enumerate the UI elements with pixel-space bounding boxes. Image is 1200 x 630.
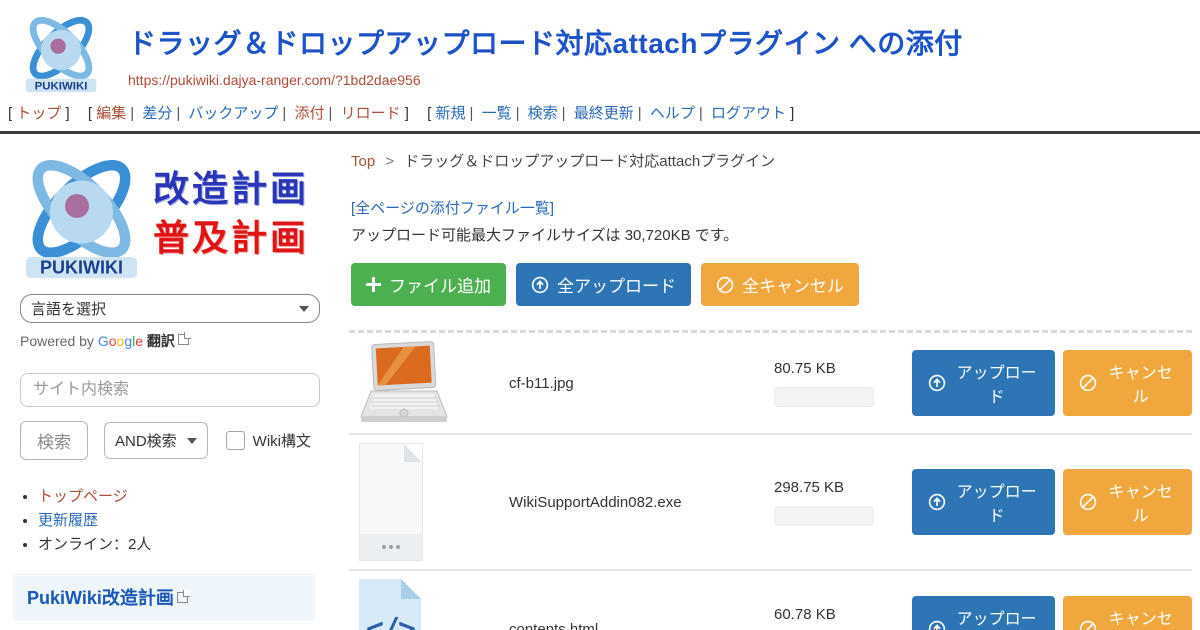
nav-help-link[interactable]: ヘルプ: [650, 105, 695, 122]
chevron-down-icon: [299, 306, 309, 312]
top-nav: [ トップ ] [ 編集| 差分| バックアップ| 添付| リロード ] [ 新…: [0, 96, 1200, 131]
file-name: WikiSupportAddin082.exe: [509, 494, 774, 511]
sidebar: PUKIWIKI 改造計画 普及計画 言語を選択 Powered by Goog…: [0, 134, 335, 630]
sidebar-logo[interactable]: PUKIWIKI 改造計画 普及計画: [14, 146, 329, 284]
site-search-input[interactable]: [20, 373, 320, 407]
file-row: WikiSupportAddin082.exe 298.75 KB アップロード: [349, 435, 1192, 571]
upload-all-button[interactable]: 全アップロード: [516, 263, 691, 306]
nav-attach-link[interactable]: 添付: [295, 105, 325, 122]
external-link-icon: [178, 334, 189, 345]
language-select-value: 言語を選択: [31, 298, 106, 319]
breadcrumb-top-link[interactable]: Top: [351, 153, 375, 170]
nav-list-link[interactable]: 一覧: [482, 105, 512, 122]
language-select[interactable]: 言語を選択: [20, 294, 320, 323]
file-size: 298.75 KB: [774, 479, 894, 496]
online-count: オンライン：2人: [38, 536, 151, 553]
sidebar-item-update-history[interactable]: 更新履歴: [38, 512, 98, 529]
breadcrumb: Top > ドラッグ＆ドロップアップロード対応attachプラグイン: [351, 150, 1192, 171]
google-translate-attribution: Powered by Google 翻訳: [20, 331, 329, 351]
bracket: ]: [66, 105, 70, 122]
list-item: オンライン：2人: [38, 534, 329, 556]
file-thumbnail-laptop: [359, 341, 449, 425]
search-mode-select[interactable]: AND検索: [104, 422, 208, 459]
cancel-all-button[interactable]: 全キャンセル: [701, 263, 859, 306]
upload-icon: [531, 276, 549, 294]
nav-reload-link[interactable]: リロード: [341, 105, 401, 122]
cancel-button[interactable]: キャンセル: [1063, 596, 1192, 630]
translate-link[interactable]: 翻訳: [147, 333, 175, 349]
bracket: [: [8, 105, 12, 122]
list-item: 更新履歴: [38, 510, 329, 532]
file-row: </> contents.html 60.78 KB アップロード: [349, 571, 1192, 630]
list-item: トップページ: [38, 486, 329, 508]
nav-edit-link[interactable]: 編集: [96, 105, 126, 122]
upload-icon: [928, 493, 946, 511]
sidebar-quick-links: トップページ 更新履歴 オンライン：2人: [38, 486, 329, 555]
section-heading-label: PukiWiki改造計画: [27, 588, 174, 608]
site-header: PUKIWIKI ドラッグ＆ドロップアップロード対応attachプラグイン への…: [0, 0, 1200, 96]
generic-file-icon: [359, 443, 423, 561]
upload-button[interactable]: アップロード: [912, 350, 1055, 416]
cancel-button[interactable]: キャンセル: [1063, 469, 1192, 535]
upload-file-list: cf-b11.jpg 80.75 KB アップロード: [349, 330, 1192, 630]
upload-button[interactable]: アップロード: [912, 596, 1055, 630]
breadcrumb-current: ドラッグ＆ドロップアップロード対応attachプラグイン: [404, 153, 775, 170]
all-attachments-link[interactable]: [全ページの添付ファイル一覧]: [351, 197, 554, 218]
search-button[interactable]: 検索: [20, 421, 88, 460]
nav-new-link[interactable]: 新規: [435, 105, 465, 122]
external-link-icon: [177, 592, 188, 603]
main-content: Top > ドラッグ＆ドロップアップロード対応attachプラグイン [全ページ…: [335, 134, 1200, 630]
file-name: contents.html: [509, 621, 774, 630]
google-wordmark: Google: [98, 333, 147, 349]
file-size: 80.75 KB: [774, 360, 894, 377]
upload-progress-bar: [774, 387, 874, 407]
nav-top-link[interactable]: トップ: [16, 105, 61, 122]
add-file-button[interactable]: ファイル追加: [351, 263, 506, 306]
sidebar-item-top-page[interactable]: トップページ: [38, 488, 128, 505]
cancel-icon: [1079, 493, 1097, 511]
slogan-line2: 普及計画: [153, 215, 309, 264]
nav-backup-link[interactable]: バックアップ: [188, 105, 278, 122]
page-url[interactable]: https://pukiwiki.dajya-ranger.com/?1bd2d…: [128, 72, 963, 88]
file-size: 60.78 KB: [774, 606, 894, 623]
nav-search-link[interactable]: 検索: [528, 105, 558, 122]
file-row: cf-b11.jpg 80.75 KB アップロード: [349, 333, 1192, 435]
chevron-down-icon: [187, 438, 197, 444]
cancel-icon: [1079, 374, 1097, 392]
nav-recent-link[interactable]: 最終更新: [574, 105, 634, 122]
sidebar-section-heading[interactable]: PukiWiki改造計画: [14, 575, 314, 619]
page-title: ドラッグ＆ドロップアップロード対応attachプラグイン への添付: [128, 22, 963, 62]
code-glyph: </>: [366, 612, 414, 630]
upload-icon: [928, 620, 946, 630]
nav-logout-link[interactable]: ログアウト: [711, 105, 786, 122]
upload-progress-bar: [774, 506, 874, 526]
svg-text:PUKIWIKI: PUKIWIKI: [40, 258, 123, 278]
cancel-button[interactable]: キャンセル: [1063, 350, 1192, 416]
upload-icon: [928, 374, 946, 392]
pukiwiki-atom-icon: PUKIWIKI: [14, 146, 149, 284]
code-file-icon: </>: [359, 579, 421, 630]
max-upload-size-text: アップロード可能最大ファイルサイズは 30,720KB です。: [351, 224, 1192, 245]
file-name: cf-b11.jpg: [509, 375, 774, 392]
plus-icon: [366, 277, 381, 292]
bulk-actions: ファイル追加 全アップロード 全キャンセル: [351, 263, 1192, 306]
pukiwiki-logo-icon[interactable]: PUKIWIKI: [18, 8, 104, 96]
cancel-icon: [716, 276, 734, 294]
slogan-line1: 改造計画: [153, 166, 309, 215]
wiki-syntax-checkbox[interactable]: [226, 431, 245, 450]
nav-diff-link[interactable]: 差分: [142, 105, 172, 122]
search-mode-value: AND検索: [115, 430, 177, 451]
upload-button[interactable]: アップロード: [912, 469, 1055, 535]
svg-text:PUKIWIKI: PUKIWIKI: [35, 80, 88, 92]
cancel-icon: [1079, 620, 1097, 630]
wiki-syntax-label: Wiki構文: [253, 430, 311, 451]
